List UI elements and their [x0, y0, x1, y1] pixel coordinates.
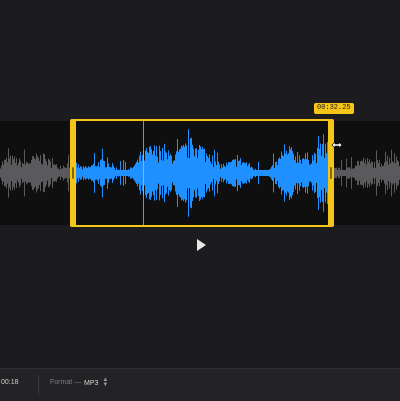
- format-value: MP3: [84, 379, 99, 387]
- waveform: [0, 129, 400, 217]
- grip-icon: [330, 167, 332, 179]
- audio-editor: 00:32.25: [0, 0, 400, 368]
- selection-start-handle[interactable]: [70, 119, 76, 227]
- play-icon[interactable]: [193, 237, 209, 253]
- divider: [38, 375, 39, 395]
- playhead[interactable]: [143, 121, 144, 225]
- format-select[interactable]: MP3 ▲ ▼: [84, 377, 108, 389]
- bottom-toolbar: 00:18 Format — MP3 ▲ ▼: [0, 368, 400, 401]
- chevron-updown-icon: ▲ ▼: [102, 377, 109, 388]
- resize-cursor-icon: [331, 141, 343, 149]
- selection-end-handle[interactable]: [328, 119, 334, 227]
- grip-icon: [72, 167, 74, 179]
- current-timecode: 00:18: [1, 379, 19, 386]
- waveform-track[interactable]: [0, 121, 400, 225]
- format-label: Format —: [50, 379, 82, 386]
- selection-end-time-badge: 00:32.25: [314, 103, 354, 114]
